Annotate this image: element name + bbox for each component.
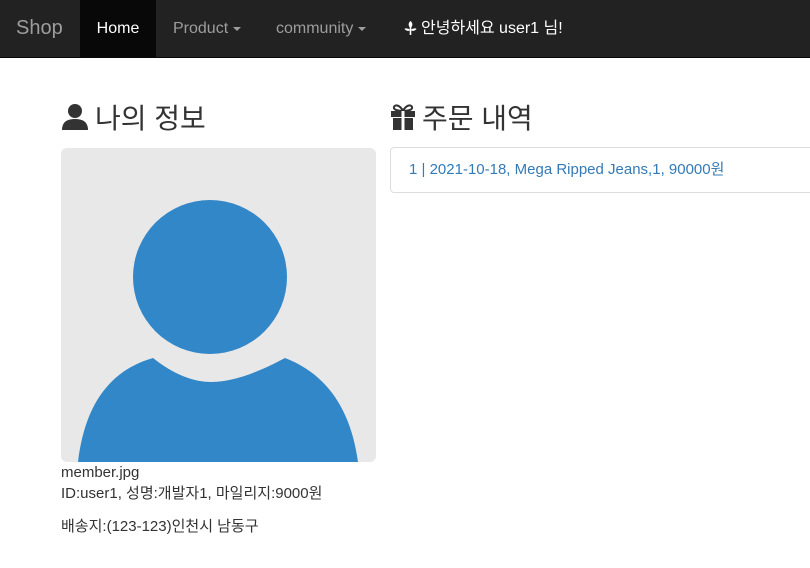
profile-address: 배송지:(123-123)인천시 남동구 [61,518,259,535]
profile-image [61,148,376,462]
nav-community-dropdown[interactable]: community [276,0,367,57]
brand-link[interactable]: Shop [16,0,63,57]
nav-home[interactable]: Home [80,0,156,57]
gift-icon [390,103,416,140]
profile-heading: 나의 정보 [61,101,206,140]
profile-title: 나의 정보 [95,103,206,134]
nav-product-dropdown[interactable]: Product [173,0,242,57]
orders-heading: 주문 내역 [390,101,533,140]
navbar: Shop Home Product community 안녕하세요 user1 … [0,0,810,58]
orders-title: 주문 내역 [422,103,533,134]
order-item-link[interactable]: 1 | 2021-10-18, Mega Ripped Jeans,1, 900… [409,160,724,180]
chevron-down-icon [233,26,242,31]
nav-community-label: community [276,20,354,37]
profile-image-caption: member.jpg [61,464,140,481]
nav-product-label: Product [173,20,229,37]
greeting-text: 안녕하세요 user1 님! [421,20,563,37]
profile-details: ID:user1, 성명:개발자1, 마일리지:9000원 [61,485,323,502]
greeting-link[interactable]: 안녕하세요 user1 님! [404,0,563,57]
leaf-icon [404,2,417,59]
chevron-down-icon [358,26,367,31]
user-icon [61,103,89,140]
orders-list: 1 | 2021-10-18, Mega Ripped Jeans,1, 900… [390,147,810,193]
avatar [78,200,358,462]
